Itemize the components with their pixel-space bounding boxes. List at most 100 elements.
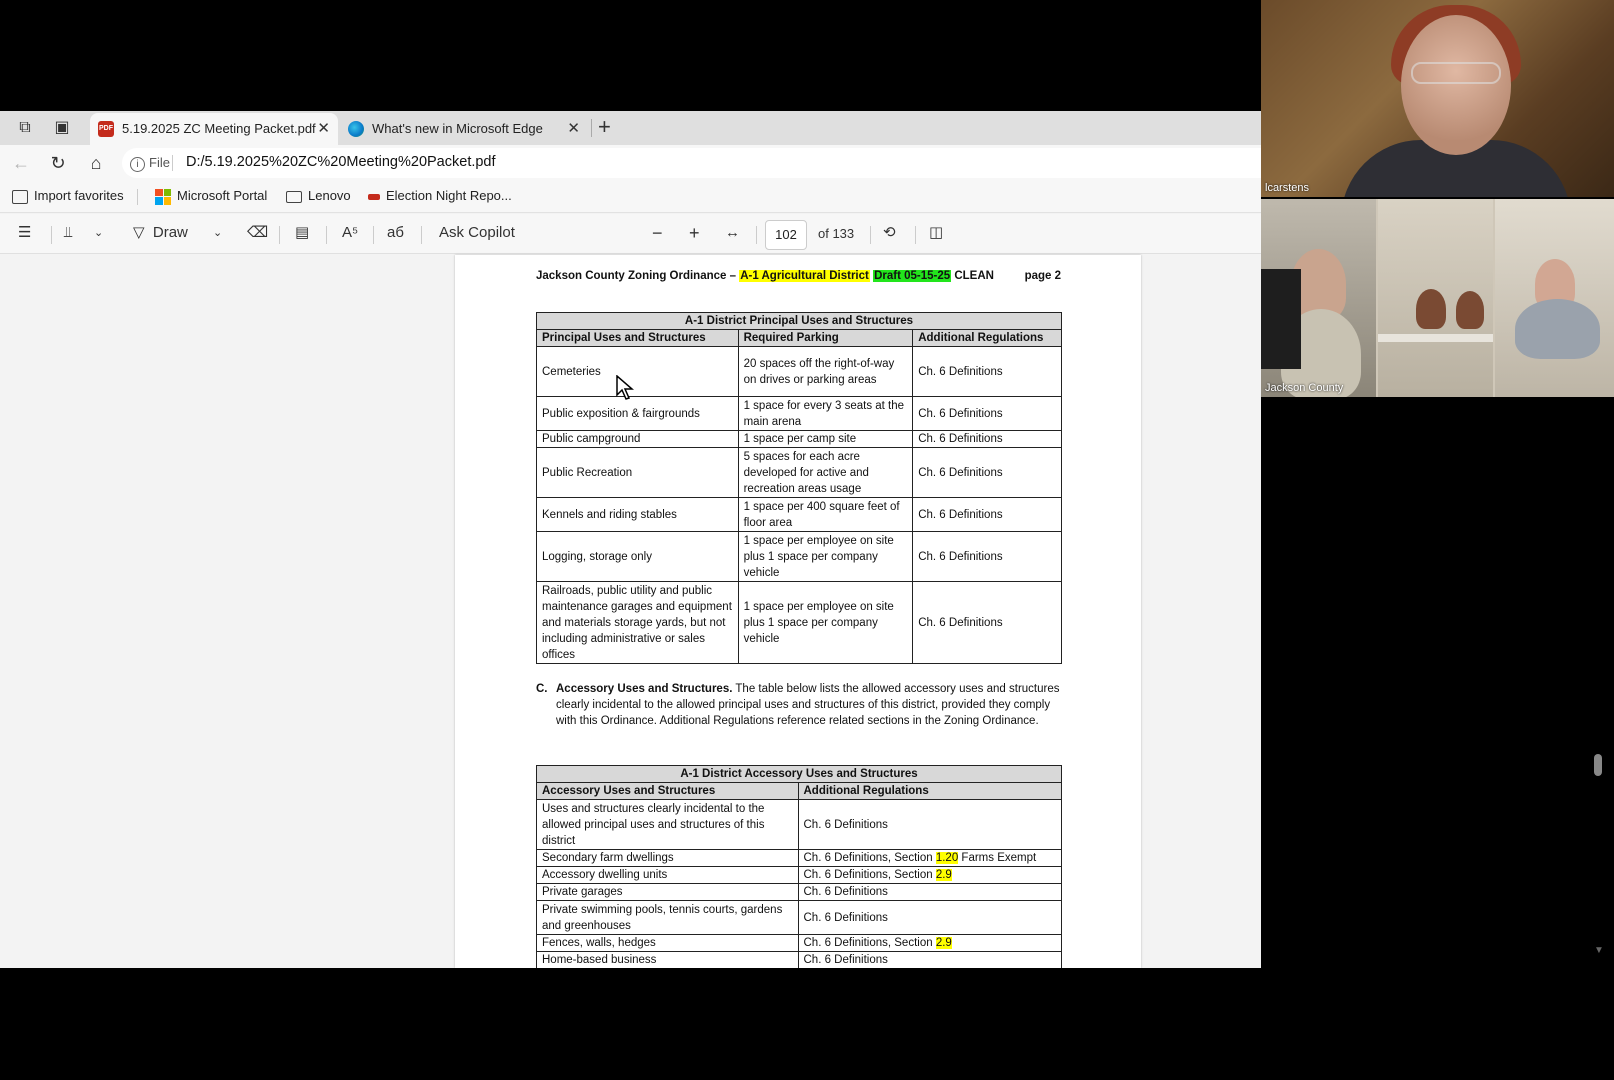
table-cell: Secondary farm dwellings — [536, 849, 799, 867]
district-highlight: A-1 Agricultural District — [739, 270, 870, 282]
section-letter: C. — [536, 683, 548, 695]
toolbar-separator — [915, 226, 916, 244]
table-row: Secondary farm dwellings Ch. 6 Definition… — [536, 849, 1062, 867]
table-row: Private swimming pools, tennis courts, g… — [536, 900, 1062, 935]
site-info-button[interactable]: i File — [130, 155, 170, 172]
section-highlight: 2.9 — [935, 937, 952, 949]
table-cell: Logging, storage only — [536, 531, 739, 582]
column-header: Principal Uses and Structures — [536, 329, 739, 347]
page-view-icon[interactable]: ◫ — [929, 222, 943, 244]
favorite-import[interactable]: Import favorites — [12, 188, 124, 204]
scroll-down-icon[interactable]: ▼ — [1594, 945, 1604, 956]
toolbar-separator — [326, 226, 327, 244]
address-field[interactable]: i File D:/5.19.2025%20ZC%20Meeting%20Pack… — [122, 148, 1261, 178]
table-cell: Public exposition & fairgrounds — [536, 396, 739, 431]
table-row: Home-based business Ch. 6 Definitions — [536, 951, 1062, 968]
table-row: Public campground 1 space per camp site Ch… — [536, 430, 1062, 448]
close-icon[interactable]: ✕ — [567, 119, 580, 137]
pdf-icon: PDF — [98, 121, 114, 137]
table-cell: Ch. 6 Definitions — [912, 346, 1062, 397]
url-separator — [172, 155, 173, 171]
table-row: Kennels and riding stables 1 space per 40… — [536, 497, 1062, 532]
scrollbar-thumb[interactable] — [1594, 754, 1602, 776]
info-icon: i — [130, 157, 145, 172]
table-row: Public Recreation 5 spaces for each acre … — [536, 447, 1062, 498]
chevron-down-icon[interactable]: ⌄ — [213, 222, 222, 244]
refresh-icon[interactable]: ↻ — [46, 151, 70, 175]
translate-icon[interactable]: aб — [387, 222, 404, 244]
table-cell: Private swimming pools, tennis courts, g… — [536, 900, 799, 935]
principal-uses-table: A-1 District Principal Uses and Structur… — [536, 312, 1062, 664]
tab-pdf[interactable]: PDF 5.19.2025 ZC Meeting Packet.pdf ✕ — [90, 113, 338, 145]
table-cell: Home-based business — [536, 951, 799, 968]
table-edge — [1378, 334, 1493, 342]
text-box-icon[interactable]: ▤ — [295, 222, 309, 244]
table-cell: Ch. 6 Definitions — [912, 581, 1062, 664]
pdf-toolbar: ☰ ⫫ ⌄ ▽ Draw ⌄ ⌫ ▤ A⁵ aб Ask Copilot − +… — [0, 214, 1261, 254]
table-cell: Private garages — [536, 883, 799, 901]
contents-icon[interactable]: ☰ — [18, 222, 31, 244]
draw-button[interactable]: ▽ Draw — [133, 222, 188, 244]
speaker-face — [1401, 15, 1511, 155]
new-tab-icon[interactable]: + — [598, 114, 611, 140]
favorite-lenovo[interactable]: Lenovo — [286, 188, 351, 203]
table-cell: Kennels and riding stables — [536, 497, 739, 532]
table-cell: Ch. 6 Definitions, Section 1.20 Farms Ex… — [797, 849, 1062, 867]
table-cell: Ch. 6 Definitions — [912, 497, 1062, 532]
home-icon[interactable]: ⌂ — [84, 151, 108, 175]
table-cell: Fences, walls, hedges — [536, 934, 799, 952]
favorites-bar: Import favorites Microsoft Portal Lenovo… — [0, 181, 1261, 213]
accessory-uses-table: A-1 District Accessory Uses and Structur… — [536, 765, 1062, 968]
tab-actions-icon[interactable]: ▣ — [51, 117, 73, 139]
room-camera-panel — [1495, 199, 1614, 397]
draw-icon: ▽ — [133, 224, 145, 241]
rotate-icon[interactable]: ⟲ — [883, 222, 896, 244]
address-bar-row: ← ↻ ⌂ i File D:/5.19.2025%20ZC%20Meeting%… — [0, 145, 1261, 181]
page-number-input[interactable]: 102 — [765, 220, 807, 250]
favorite-microsoft-portal[interactable]: Microsoft Portal — [155, 188, 267, 205]
table-cell: Ch. 6 Definitions — [797, 951, 1062, 968]
pdf-viewer[interactable]: Jackson County Zoning Ordinance – A-1 Ag… — [0, 255, 1261, 968]
toolbar-separator — [51, 226, 52, 244]
zoom-in-icon[interactable]: + — [689, 222, 700, 244]
toolbar-separator — [279, 226, 280, 244]
fit-width-icon[interactable]: ↔ — [725, 222, 740, 244]
video-tile-main-speaker[interactable]: lcarstens — [1261, 0, 1614, 197]
url-text[interactable]: D:/5.19.2025%20ZC%20Meeting%20Packet.pdf — [186, 154, 496, 170]
table-cell: Ch. 6 Definitions — [912, 531, 1062, 582]
table-cell: Accessory dwelling units — [536, 866, 799, 884]
close-icon[interactable]: ✕ — [317, 119, 330, 137]
edge-icon — [348, 121, 364, 137]
site-icon — [368, 193, 380, 200]
table-caption: A-1 District Accessory Uses and Structur… — [536, 765, 1062, 783]
ask-copilot-button[interactable]: Ask Copilot — [439, 222, 515, 244]
video-tile-room[interactable]: Jackson County — [1261, 199, 1614, 397]
table-caption: A-1 District Principal Uses and Structur… — [536, 312, 1062, 330]
read-aloud-icon[interactable]: A⁵ — [342, 222, 358, 244]
section-highlight: 2.9 — [935, 869, 952, 881]
table-cell: Railroads, public utility and public mai… — [536, 581, 739, 664]
section-highlight: 1.20 — [935, 852, 959, 864]
chevron-down-icon[interactable]: ⌄ — [94, 222, 103, 244]
column-header: Additional Regulations — [797, 782, 1062, 800]
table-cell: 1 space per 400 square feet of floor are… — [737, 497, 914, 532]
toolbar-separator — [373, 226, 374, 244]
eraser-icon[interactable]: ⌫ — [247, 222, 268, 244]
table-cell: Ch. 6 Definitions — [797, 799, 1062, 850]
page-total: of 133 — [818, 226, 855, 241]
tab-edge-news[interactable]: What's new in Microsoft Edge ✕ — [340, 113, 588, 145]
favorites-separator — [137, 189, 138, 205]
table-cell: Cemeteries — [536, 346, 739, 397]
favorite-election-night[interactable]: Election Night Repo... — [368, 188, 512, 203]
zoom-out-icon[interactable]: − — [652, 222, 663, 244]
tab-bar: ⧉ ▣ PDF 5.19.2025 ZC Meeting Packet.pdf … — [0, 111, 1261, 145]
table-cell: Ch. 6 Definitions, Section 2.9 — [797, 934, 1062, 952]
back-icon[interactable]: ← — [9, 151, 33, 175]
page-label: page 2 — [1024, 270, 1061, 282]
room-camera-panel — [1261, 199, 1376, 397]
import-icon — [12, 189, 28, 204]
highlight-icon[interactable]: ⫫ — [64, 222, 72, 244]
workspaces-icon[interactable]: ⧉ — [14, 117, 36, 139]
toolbar-separator — [870, 226, 871, 244]
participant-name: Jackson County — [1265, 382, 1344, 394]
